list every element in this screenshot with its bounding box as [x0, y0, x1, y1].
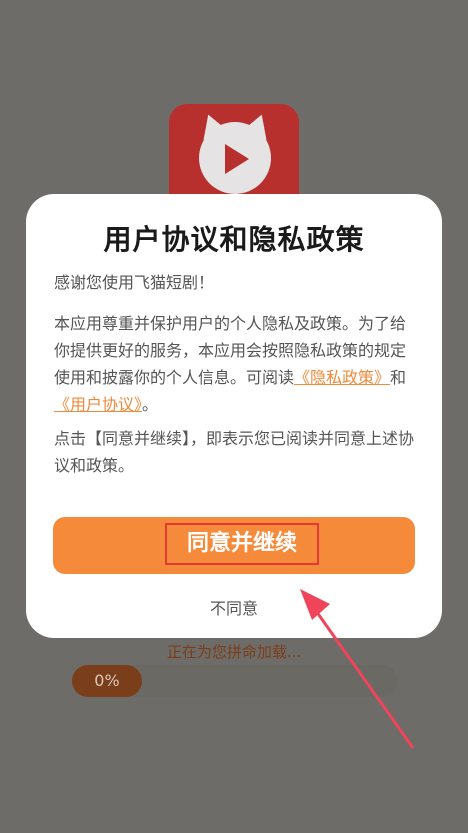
agree-continue-button[interactable]: 同意并继续 [53, 517, 415, 574]
body-end: 。 [142, 395, 159, 414]
consent-note: 点击【同意并继续】，即表示您已阅读并同意上述协议和政策。 [54, 429, 415, 475]
user-agreement-link[interactable]: 《用户协议》 [54, 395, 142, 414]
and-text: 和 [390, 368, 407, 387]
privacy-dialog: 用户协议和隐私政策 感谢您使用飞猫短剧！ 本应用尊重并保护用户的个人隐私及政策。… [26, 194, 442, 638]
greeting-text: 感谢您使用飞猫短剧！ [54, 273, 215, 292]
disagree-button[interactable]: 不同意 [26, 595, 442, 619]
agree-button-label: 同意并继续 [165, 523, 319, 565]
loading-progress-bar: 0% [72, 665, 398, 697]
dialog-title: 用户协议和隐私政策 [103, 223, 365, 256]
progress-percentage: 0% [94, 671, 120, 690]
policy-body-text: 本应用尊重并保护用户的个人隐私及政策。为了给你提供更好的服务，本应用会按照隐私政… [54, 310, 418, 418]
play-icon [225, 144, 249, 174]
loading-text: 正在为您拼命加载... [166, 643, 302, 661]
privacy-policy-link[interactable]: 《隐私政策》 [294, 368, 390, 387]
